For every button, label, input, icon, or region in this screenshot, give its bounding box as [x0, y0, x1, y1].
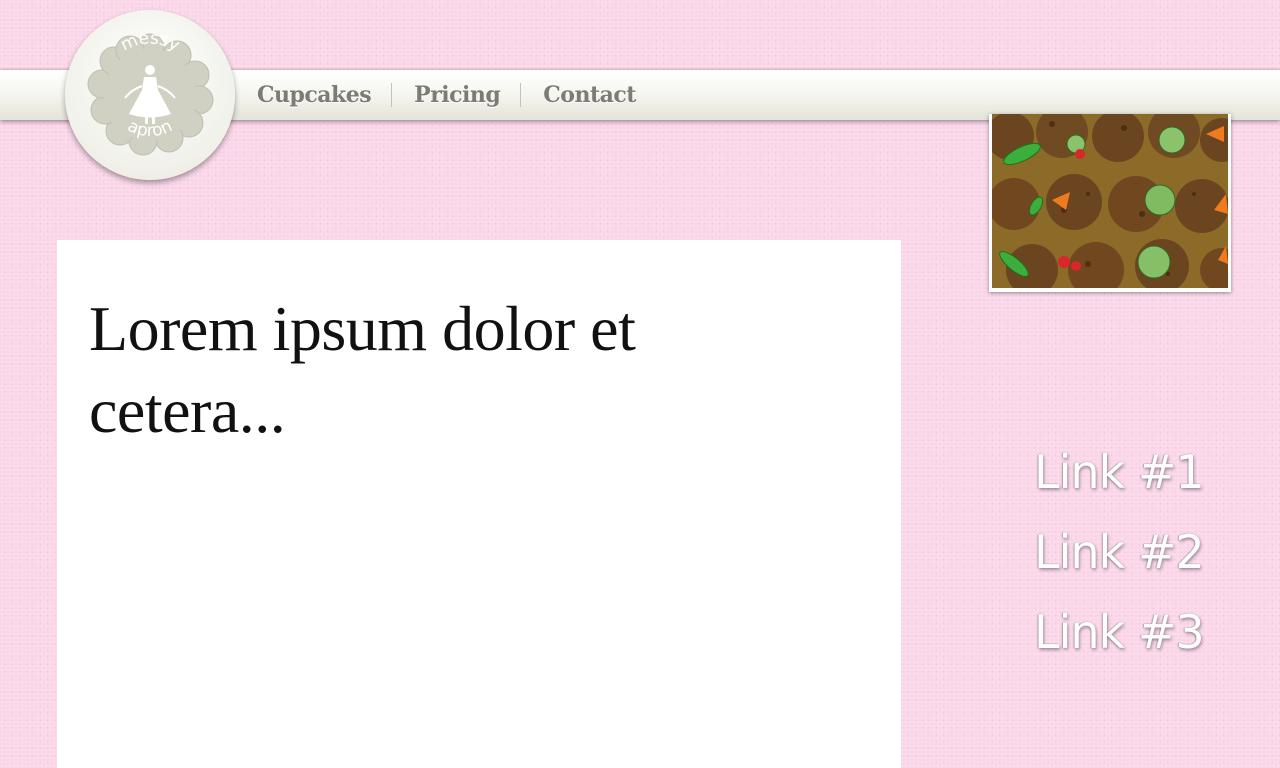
site-logo[interactable]: messy apron: [65, 10, 235, 180]
cupcakes-photo: [989, 114, 1231, 292]
cupcake-garden-image: [992, 114, 1228, 288]
main-nav: Cupcakes Pricing Contact: [257, 70, 636, 120]
sidebar-links: Link #1 Link #2 Link #3: [1034, 440, 1254, 680]
sidebar-link-2[interactable]: Link #2: [1034, 520, 1254, 600]
page-heading: Lorem ipsum dolor et cetera...: [89, 293, 636, 446]
nav-divider: [520, 83, 522, 107]
nav-item-cupcakes[interactable]: Cupcakes: [257, 82, 372, 108]
nav-item-contact[interactable]: Contact: [543, 82, 636, 108]
sidebar-link-3[interactable]: Link #3: [1034, 600, 1254, 680]
sidebar-link-1[interactable]: Link #1: [1034, 440, 1254, 520]
logo-graphic: messy apron: [87, 28, 214, 156]
nav-item-pricing[interactable]: Pricing: [414, 82, 501, 108]
main-content-panel: Lorem ipsum dolor et cetera...: [57, 240, 901, 768]
nav-divider: [391, 83, 393, 107]
